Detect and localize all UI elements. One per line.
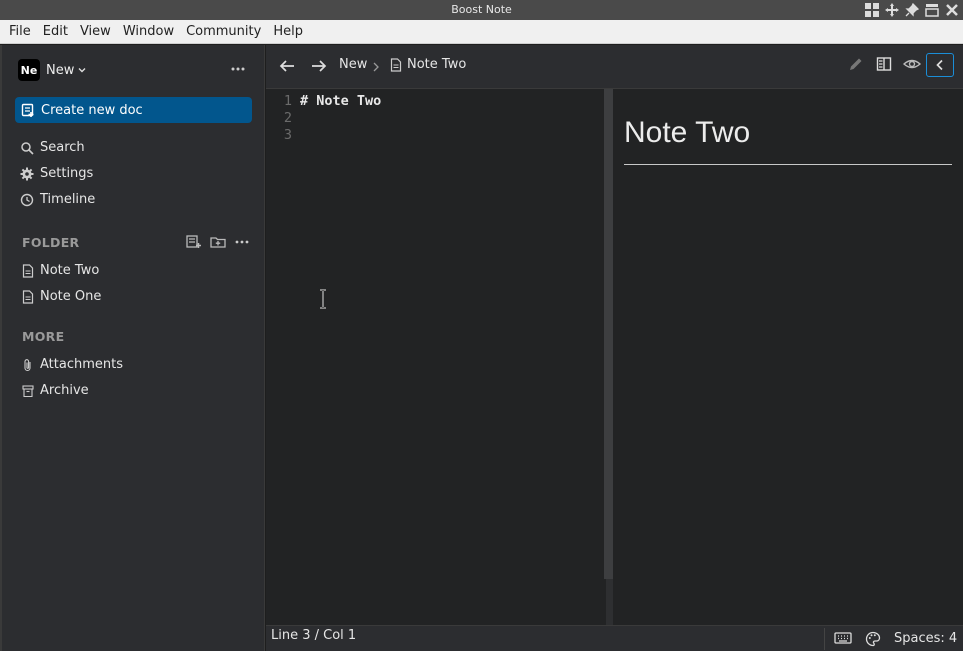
keyboard-icon[interactable] [834,632,852,644]
sidebar-item-settings[interactable]: Settings [20,166,93,181]
editor-scrollbar[interactable] [604,89,613,579]
text-cursor-icon [320,289,326,309]
sidebar-item-label: Note One [40,289,102,304]
create-new-doc-label: Create new doc [41,102,143,118]
editor-line: 1 # Note Two [266,93,381,110]
new-folder-icon[interactable] [210,235,226,249]
line-number: 1 [283,93,292,109]
new-doc-icon [21,103,34,117]
pin-icon[interactable] [903,1,921,19]
markdown-editor[interactable]: 1 # Note Two 2 3 [266,89,606,625]
chevron-left-icon [936,59,943,71]
line-text [292,127,300,144]
status-divider [824,628,825,650]
palette-icon[interactable] [865,631,881,647]
workspace-logo: Ne [18,59,40,81]
forward-arrow-icon[interactable] [310,58,328,74]
workspace-name: New [46,62,75,78]
preview-heading: Note Two [624,116,751,149]
collapse-panel-button[interactable] [926,53,954,77]
breadcrumb-workspace-label: New [339,57,368,72]
editor-line: 2 [266,110,300,127]
sidebar-item-label: Note Two [40,263,100,278]
indent-setting[interactable]: Spaces: 4 [894,631,957,646]
new-doc-icon[interactable] [186,235,202,249]
menu-window[interactable]: Window [117,24,180,39]
window-title: Boost Note [451,3,512,16]
sidebar-item-search[interactable]: Search [20,140,85,155]
menu-file[interactable]: File [3,24,37,39]
archive-icon [22,384,34,397]
breadcrumb-workspace[interactable]: New [339,57,367,72]
search-icon [21,141,34,155]
split-view-icon[interactable] [876,56,892,72]
status-bar: Line 3 / Col 1 Spaces: 4 [266,625,963,651]
cursor-position: Line 3 / Col 1 [271,628,357,643]
breadcrumb-doc-label: Note Two [407,57,467,72]
sidebar: Ne New Create new doc Search Settings Ti… [0,45,265,651]
sidebar-item-note-two[interactable]: Note Two [22,263,99,278]
close-window-icon[interactable] [943,1,961,19]
sidebar-item-label: Attachments [40,357,123,372]
paperclip-icon [24,358,31,371]
sidebar-item-label: Search [40,140,85,155]
sidebar-item-label: Timeline [40,192,96,207]
menu-help[interactable]: Help [267,24,309,39]
heading-rule [624,164,952,165]
tile-windows-icon[interactable] [863,1,881,19]
chevron-down-icon [78,68,86,73]
sidebar-item-attachments[interactable]: Attachments [22,357,123,372]
menu-view[interactable]: View [74,24,117,39]
line-number: 2 [283,110,292,126]
create-new-doc-button[interactable]: Create new doc [15,97,252,123]
more-options-icon[interactable] [230,61,246,77]
sidebar-item-note-one[interactable]: Note One [22,289,101,304]
sidebar-item-timeline[interactable]: Timeline [20,192,95,207]
window-titlebar: Boost Note [0,0,963,20]
sidebar-item-label: Settings [40,166,94,181]
gear-icon [20,167,34,180]
more-section-header: MORE [22,329,65,344]
doc-toolbar: New Note Two [266,45,963,89]
line-text: # Note Two [300,93,382,109]
sidebar-item-archive[interactable]: Archive [22,383,89,398]
workspace-switcher[interactable]: Ne New [18,59,87,81]
line-number: 3 [283,127,292,143]
breadcrumb-doc[interactable]: Note Two [390,57,466,72]
folder-section-header: FOLDER [22,235,80,250]
menu-edit[interactable]: Edit [37,24,74,39]
document-icon [390,57,402,72]
document-icon [22,289,34,304]
preview-eye-icon[interactable] [903,56,921,72]
menu-bar: File Edit View Window Community Help [0,20,963,44]
move-window-icon[interactable] [883,1,901,19]
editor-line: 3 [266,127,300,144]
clock-icon [20,193,34,206]
sidebar-item-label: Archive [40,383,89,398]
edit-pencil-icon[interactable] [848,56,864,72]
back-arrow-icon[interactable] [278,58,296,74]
markdown-preview: Note Two [613,89,963,625]
chevron-right-icon [373,62,379,72]
line-text [292,110,300,127]
maximize-icon[interactable] [923,1,941,19]
menu-community[interactable]: Community [180,24,267,39]
document-icon [22,263,34,278]
more-options-icon[interactable] [234,235,250,249]
